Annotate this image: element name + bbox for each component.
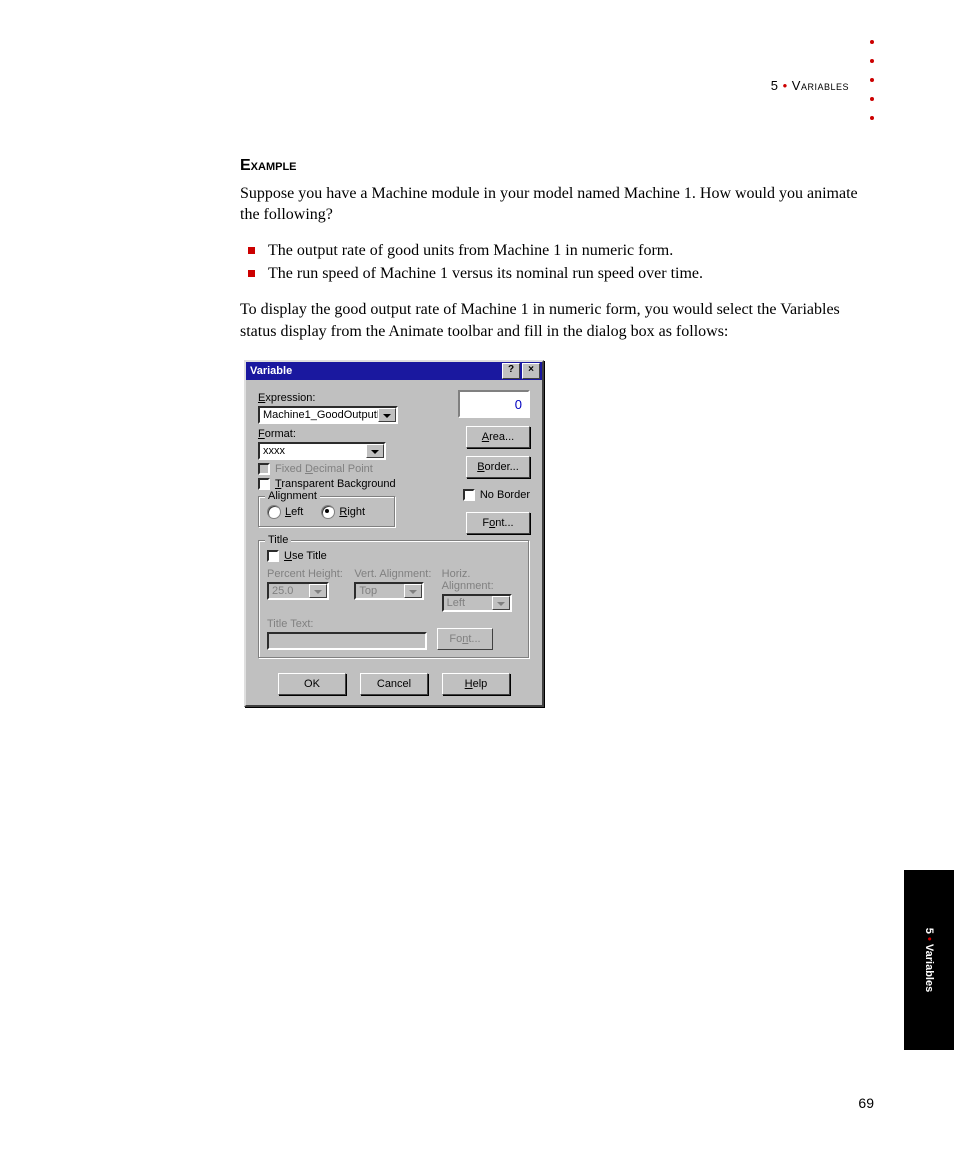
area-button[interactable]: Area...: [466, 426, 530, 448]
preview-value: 0: [515, 397, 522, 412]
vert-align-combo: Top: [354, 582, 424, 600]
chapter-number: 5: [771, 78, 779, 93]
header-dot: •: [783, 78, 788, 93]
ok-button[interactable]: OK: [278, 673, 346, 695]
radio-icon: [321, 505, 335, 519]
expression-combo[interactable]: Machine1_GoodOutputRate: [258, 406, 398, 424]
chevron-down-icon[interactable]: [378, 408, 396, 422]
bullet-item: The output rate of good units from Machi…: [240, 240, 860, 262]
page-content: Example Suppose you have a Machine modul…: [240, 155, 860, 356]
fixed-decimal-checkbox: Fixed Decimal Point: [258, 463, 418, 475]
section-heading: Example: [240, 155, 860, 177]
title-font-button: Font...: [437, 628, 493, 650]
percent-height-combo: 25.0: [267, 582, 329, 600]
format-value: xxxx: [260, 444, 366, 458]
checkbox-icon: [267, 550, 279, 562]
sidetab-dot: •: [923, 937, 935, 941]
expression-label: Expression:: [258, 392, 418, 404]
title-group: Title Use Title Percent Height: 25.0 Ver…: [258, 540, 530, 659]
checkbox-icon: [258, 463, 270, 475]
horiz-align-combo: Left: [442, 594, 512, 612]
decorative-dots: [870, 40, 874, 120]
title-legend: Title: [265, 534, 291, 546]
alignment-legend: Alignment: [265, 490, 320, 502]
checkbox-icon: [463, 489, 475, 501]
chevron-down-icon: [492, 596, 510, 610]
transparent-bg-checkbox[interactable]: Transparent Background: [258, 478, 418, 490]
side-tab: 5 • Variables: [904, 870, 954, 1050]
format-label: Format:: [258, 428, 418, 440]
paragraph-1: Suppose you have a Machine module in you…: [240, 183, 860, 226]
chapter-title: Variables: [792, 78, 849, 93]
align-right-radio[interactable]: Right: [321, 505, 365, 519]
dialog-titlebar[interactable]: Variable ? ×: [246, 362, 542, 380]
page-number: 69: [858, 1095, 874, 1111]
radio-icon: [267, 505, 281, 519]
alignment-group: Alignment Left Right: [258, 496, 396, 528]
expression-value: Machine1_GoodOutputRate: [260, 408, 378, 422]
font-button[interactable]: Font...: [466, 512, 530, 534]
vert-align-label: Vert. Alignment:: [354, 568, 433, 580]
border-button[interactable]: Border...: [466, 456, 530, 478]
close-titlebar-button[interactable]: ×: [522, 363, 540, 379]
sidetab-num: 5: [923, 928, 935, 934]
bullet-item: The run speed of Machine 1 versus its no…: [240, 263, 860, 285]
chevron-down-icon[interactable]: [366, 444, 384, 458]
help-button[interactable]: Help: [442, 673, 510, 695]
use-title-checkbox[interactable]: Use Title: [267, 550, 521, 562]
dialog-body: Expression: Machine1_GoodOutputRate Form…: [246, 380, 542, 705]
no-border-checkbox[interactable]: No Border: [463, 489, 530, 501]
help-titlebar-button[interactable]: ?: [502, 363, 520, 379]
page-header: 5 • Variables: [771, 78, 849, 93]
horiz-align-label: Horiz. Alignment:: [442, 568, 521, 592]
preview-box: 0: [458, 390, 530, 418]
dialog-title: Variable: [248, 365, 500, 377]
format-combo[interactable]: xxxx: [258, 442, 386, 460]
checkbox-icon: [258, 478, 270, 490]
variable-dialog: Variable ? × Expression: Machine1_GoodOu…: [244, 360, 544, 707]
cancel-button[interactable]: Cancel: [360, 673, 428, 695]
chevron-down-icon: [309, 584, 327, 598]
percent-height-label: Percent Height:: [267, 568, 346, 580]
paragraph-2: To display the good output rate of Machi…: [240, 299, 860, 342]
sidetab-title: Variables: [923, 944, 935, 992]
title-text-label: Title Text:: [267, 618, 427, 630]
bullet-list: The output rate of good units from Machi…: [240, 240, 860, 285]
title-text-input: [267, 632, 427, 650]
chevron-down-icon: [404, 584, 422, 598]
align-left-radio[interactable]: Left: [267, 505, 303, 519]
